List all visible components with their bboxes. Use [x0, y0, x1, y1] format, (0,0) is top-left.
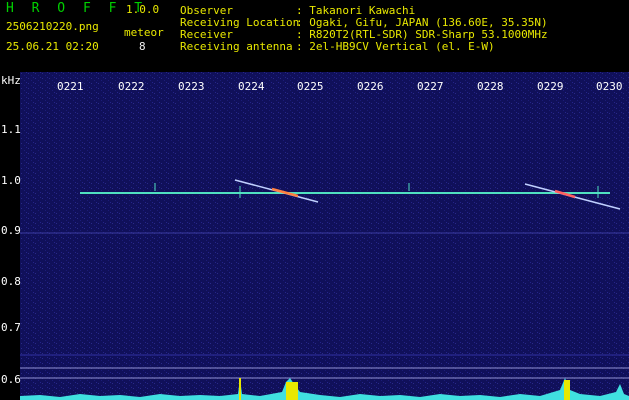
y-tick-label: 1.0	[1, 174, 21, 187]
y-tick-label: 1.1	[1, 123, 21, 136]
x-tick-label: 0229	[537, 80, 564, 93]
y-tick-label: 0.9	[1, 224, 21, 237]
x-tick-label: 0222	[118, 80, 145, 93]
x-tick-label: 0228	[477, 80, 504, 93]
x-tick-label: 0227	[417, 80, 444, 93]
y-tick-label: 0.6	[1, 373, 21, 386]
level-peak	[564, 380, 570, 400]
x-tick-label: 0225	[297, 80, 324, 93]
x-tick-label: 0224	[238, 80, 265, 93]
y-tick-label: 0.7	[1, 321, 21, 334]
x-tick-label: 0221	[57, 80, 84, 93]
y-tick-label: 0.8	[1, 275, 21, 288]
x-tick-label: 0223	[178, 80, 205, 93]
x-tick-label: 0226	[357, 80, 384, 93]
noise-field	[20, 72, 629, 400]
level-peak	[286, 382, 298, 400]
capture-datetime: 25.06.21 02:20	[6, 40, 99, 53]
meteor-label: meteor	[124, 26, 164, 39]
antenna-key: Receiving antenna	[180, 40, 293, 53]
meteor-count: 8	[139, 40, 146, 53]
antenna-value: : 2el-HB9CV Vertical (el. E-W)	[296, 40, 495, 53]
x-tick-label: 0230	[596, 80, 623, 93]
level-peak	[239, 378, 241, 400]
spectrogram-canvas	[20, 72, 629, 400]
file-name: 2506210220.png	[6, 20, 99, 33]
header-panel: H R O F F T 1.0.0 2506210220.png meteor …	[0, 0, 629, 72]
spectrogram-plot	[20, 72, 629, 400]
unit-label: kHz	[1, 74, 21, 87]
app-version: 1.0.0	[126, 3, 160, 16]
